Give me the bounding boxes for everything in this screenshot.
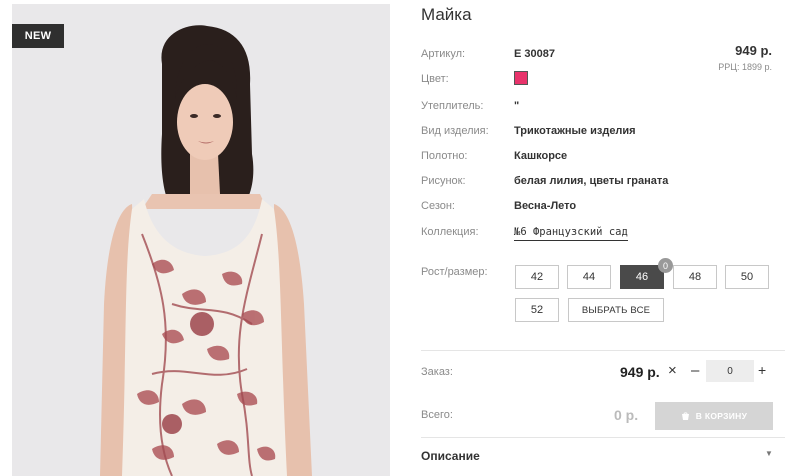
spec-label: Полотно: [421,150,468,162]
spec-label: Цвет: [421,73,449,85]
recommended-price: РРЦ: 1899 р. [718,62,772,72]
size-option-52[interactable]: 52 [515,298,559,322]
product-price: 949 р. [735,43,772,58]
chevron-down-icon[interactable]: ▼ [765,449,773,458]
product-title: Майка [421,5,472,24]
product-photo[interactable]: NEW [12,4,390,476]
size-option-46[interactable]: 46 [620,265,664,289]
size-option-50[interactable]: 50 [725,265,769,289]
spec-value: Е 30087 [514,48,555,60]
size-option-42[interactable]: 42 [515,265,559,289]
quantity-input[interactable] [706,360,754,382]
spec-label: Рисунок: [421,175,466,187]
spec-label: Коллекция: [421,226,479,238]
select-all-button[interactable]: ВЫБРАТЬ ВСЕ [568,298,664,322]
model-illustration [12,4,390,476]
spec-value: Трикотажные изделия [514,125,636,137]
order-label: Заказ: [421,366,453,378]
description-toggle[interactable]: Описание [421,449,480,463]
spec-value: " [514,100,520,112]
add-to-cart-button[interactable]: В КОРЗИНУ [655,402,773,430]
spec-label: Артикул: [421,48,466,60]
spec-value: Кашкорсе [514,150,568,162]
total-value: 0 р. [614,407,639,423]
size-count-badge: 0 [658,258,673,273]
size-option-48[interactable]: 48 [673,265,717,289]
cart-icon [681,411,690,421]
spec-value: белая лилия, цветы граната [514,175,669,187]
spec-label: Вид изделия: [421,125,489,137]
cart-button-label: В КОРЗИНУ [695,411,748,421]
multiply-sign: × [668,362,677,379]
divider [421,350,785,351]
divider [421,437,785,438]
new-badge: NEW [12,24,64,48]
increment-button[interactable]: + [758,362,766,378]
spec-label: Утеплитель: [421,100,484,112]
decrement-button[interactable]: – [691,362,699,379]
order-price: 949 р. [620,364,660,380]
spec-label: Сезон: [421,200,455,212]
color-swatch[interactable] [514,71,528,85]
collection-link[interactable]: №6 Французский сад [514,225,628,241]
size-option-44[interactable]: 44 [567,265,611,289]
size-label: Рост/размер: [421,266,488,278]
total-label: Всего: [421,409,453,421]
spec-value: Весна-Лето [514,200,577,212]
